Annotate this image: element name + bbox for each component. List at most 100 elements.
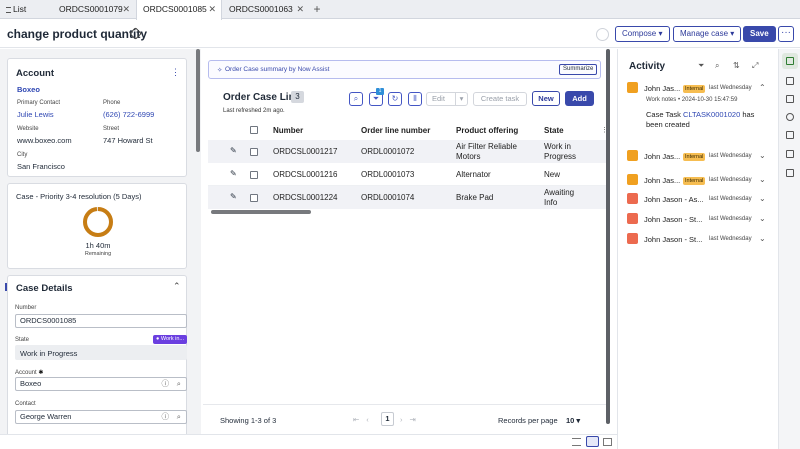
- attachment-icon[interactable]: [786, 113, 794, 121]
- chevron-down-icon[interactable]: ▾: [455, 93, 467, 105]
- street-label: Street: [103, 126, 120, 132]
- chevron-down-icon[interactable]: ⌄: [759, 175, 766, 184]
- column-header-number[interactable]: Number: [273, 126, 303, 135]
- row-line-link[interactable]: ORDL0001072: [361, 147, 414, 157]
- task-link[interactable]: CLTASK0001020: [683, 110, 740, 119]
- row-line-link[interactable]: ORDL0001073: [361, 170, 414, 180]
- account-heading: Account: [16, 68, 54, 79]
- layout-split-icon[interactable]: [586, 436, 599, 447]
- refresh-icon[interactable]: ↻: [388, 92, 402, 106]
- primary-contact-link[interactable]: Julie Lewis: [17, 110, 54, 119]
- phone-link[interactable]: (626) 722-6999: [103, 110, 154, 119]
- tab-ordcs0001085[interactable]: ORDCS0001085 ✕: [136, 0, 222, 20]
- row-product-link[interactable]: Alternator: [456, 170, 491, 180]
- summarize-button[interactable]: Summarize: [559, 64, 598, 75]
- new-button[interactable]: New: [532, 91, 560, 106]
- manage-case-button[interactable]: Manage case ▾: [673, 26, 742, 42]
- tab-bar: List ORDCS0001079 ✕ ORDCS0001085 ✕ ORDCS00…: [0, 0, 800, 20]
- row-checkbox[interactable]: [250, 194, 258, 202]
- chevron-down-icon[interactable]: ⌄: [759, 151, 766, 160]
- layout-single-icon[interactable]: [603, 438, 612, 446]
- contact-field[interactable]: George Warren ⓘ ⌕: [15, 410, 187, 424]
- tab-ordcs0001079[interactable]: ORDCS0001079 ✕: [53, 0, 135, 19]
- work-notes-label: Work notes: [646, 97, 677, 103]
- add-button[interactable]: Add: [565, 91, 594, 106]
- more-actions-button[interactable]: ···: [778, 26, 794, 42]
- presence-icon[interactable]: [596, 28, 609, 41]
- section-indicator: [5, 283, 7, 291]
- image-icon[interactable]: [786, 169, 794, 177]
- city-value: San Francisco: [17, 162, 65, 171]
- website-label: Website: [17, 126, 39, 132]
- row-checkbox[interactable]: [250, 148, 258, 156]
- pagination-prev[interactable]: ⇤‹: [353, 415, 376, 424]
- activity-time: last Wednesday: [709, 85, 752, 91]
- tab-ordcs0001063[interactable]: ORDCS0001063 ✕: [223, 0, 309, 19]
- expand-icon[interactable]: ⤢: [752, 61, 758, 71]
- close-icon[interactable]: ✕: [122, 0, 130, 19]
- page-title: change product quantity: [7, 27, 148, 41]
- left-scrollbar[interactable]: [196, 49, 200, 152]
- pencil-icon[interactable]: ✎: [230, 169, 237, 178]
- pagination-next[interactable]: ›⇥: [400, 415, 423, 424]
- save-button[interactable]: Save: [743, 26, 776, 42]
- number-field[interactable]: ORDCS0001085: [15, 314, 187, 328]
- pencil-icon[interactable]: ✎: [230, 192, 237, 201]
- folder-icon[interactable]: [786, 95, 794, 103]
- activity-note: Case Task CLTASK0001020 has been created: [646, 110, 771, 130]
- agent-assist-icon[interactable]: [786, 77, 794, 85]
- notes-icon[interactable]: [786, 150, 794, 158]
- document-icon[interactable]: [786, 131, 794, 139]
- tab-list[interactable]: List: [0, 0, 52, 19]
- account-field[interactable]: Boxeo ⓘ ⌕: [15, 377, 187, 391]
- select-all-checkbox[interactable]: [250, 126, 258, 134]
- compose-button[interactable]: Compose ▾: [615, 26, 670, 42]
- column-header-order-line-number[interactable]: Order line number: [361, 126, 430, 135]
- collapse-icon[interactable]: ⌃: [173, 281, 181, 292]
- activity-author: John Jason - St...: [644, 235, 703, 244]
- account-name-link[interactable]: Boxeo: [17, 85, 40, 94]
- activity-time: last Wednesday: [709, 216, 752, 222]
- search-icon[interactable]: ⌕: [177, 411, 181, 423]
- column-header-state[interactable]: State: [544, 126, 564, 135]
- table-horizontal-scrollbar[interactable]: [211, 210, 311, 214]
- mid-scrollbar[interactable]: [606, 49, 610, 424]
- row-checkbox[interactable]: [250, 171, 258, 179]
- account-card: Account ⋮ Boxeo Primary Contact Julie Le…: [7, 58, 187, 177]
- new-tab-button[interactable]: +: [311, 0, 323, 19]
- state-field[interactable]: Work in Progress: [15, 345, 187, 360]
- edit-button[interactable]: Edit ▾: [426, 92, 468, 106]
- layout-list-icon[interactable]: [572, 438, 581, 446]
- primary-contact-label: Primary Contact: [17, 100, 61, 106]
- website-value: www.boxeo.com: [17, 136, 72, 145]
- chevron-down-icon[interactable]: ⌄: [759, 214, 766, 223]
- search-icon[interactable]: ⌕: [177, 378, 181, 390]
- column-header-product-offering[interactable]: Product offering: [456, 126, 518, 135]
- record-header: change product quantity Compose ▾ Manage…: [0, 20, 800, 48]
- chevron-down-icon[interactable]: ⌄: [759, 194, 766, 203]
- search-icon[interactable]: ⌕: [715, 61, 719, 71]
- sort-icon[interactable]: ⇅: [733, 61, 740, 70]
- close-icon[interactable]: ✕: [296, 0, 304, 19]
- close-icon[interactable]: ✕: [208, 0, 216, 19]
- columns-icon[interactable]: ⦀: [408, 92, 422, 106]
- row-product-link[interactable]: Air Filter Reliable Motors: [456, 142, 531, 162]
- row-number-link[interactable]: ORDCSL0001224: [273, 193, 337, 203]
- page-number-button[interactable]: 1: [381, 412, 394, 426]
- row-line-link[interactable]: ORDL0001074: [361, 193, 414, 203]
- search-icon[interactable]: ⌕: [349, 92, 363, 106]
- create-task-button[interactable]: Create task: [473, 92, 527, 106]
- row-number-link[interactable]: ORDCSL0001216: [273, 170, 337, 180]
- order-lines-pane: ✧ Order Case summary by Now Assist Summa…: [203, 49, 610, 434]
- kebab-menu-icon[interactable]: ⋮: [171, 67, 180, 78]
- pencil-icon[interactable]: ✎: [230, 146, 237, 155]
- activity-stream-icon[interactable]: [786, 57, 794, 65]
- filter-icon[interactable]: ⏷: [698, 61, 704, 71]
- info-icon[interactable]: ⓘ: [162, 378, 170, 390]
- row-product-link[interactable]: Brake Pad: [456, 193, 493, 203]
- info-icon[interactable]: ⓘ: [162, 411, 170, 423]
- records-per-page-select[interactable]: 10 ▾: [566, 416, 580, 425]
- row-number-link[interactable]: ORDCSL0001217: [273, 147, 337, 157]
- chevron-down-icon[interactable]: ⌄: [759, 234, 766, 243]
- chevron-up-icon[interactable]: ⌃: [759, 83, 766, 92]
